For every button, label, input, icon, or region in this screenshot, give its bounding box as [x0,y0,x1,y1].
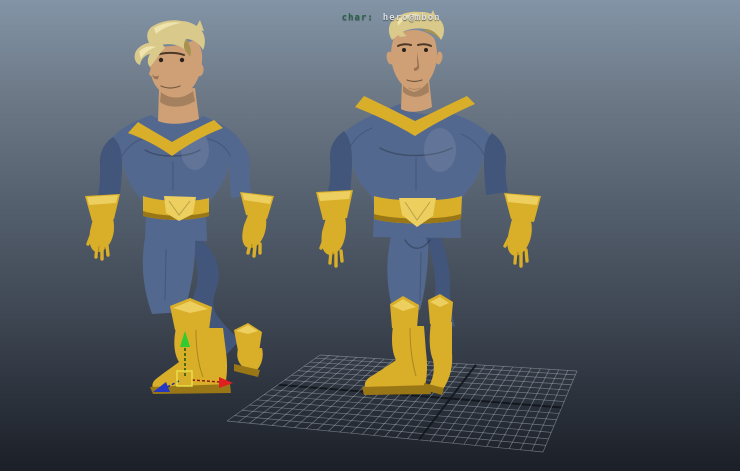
boot-front [362,296,431,395]
grid-line [249,355,339,424]
hud-label: char: [341,13,374,23]
hud-character-indicator: char: hero@mbon [316,3,441,33]
maya-viewport[interactable]: char: hero@mbon [0,0,740,471]
eye [158,57,164,63]
upper-arm-left [328,131,352,195]
character-hero-right[interactable] [316,10,541,395]
eye [179,57,185,63]
boot-back [234,323,263,377]
grid-line [474,367,523,446]
glove-right [240,192,274,258]
glove-left [316,190,353,268]
upper-arm-right [484,133,508,195]
eye [402,48,406,52]
glove-right [503,193,541,268]
grid-line [271,357,357,426]
glove-left [85,194,120,261]
upper-arm-right [230,139,252,198]
eye [424,48,428,52]
grid-line [283,357,367,427]
ear [196,63,204,77]
grid-line [452,366,504,444]
grid-line [294,358,376,428]
character-hero-left[interactable] [85,20,274,394]
upper-arm-left [98,137,122,199]
grid-line [486,367,532,447]
grid-line [463,366,514,445]
hud-value: hero@mbon [382,13,441,23]
torso-suit [104,115,246,241]
